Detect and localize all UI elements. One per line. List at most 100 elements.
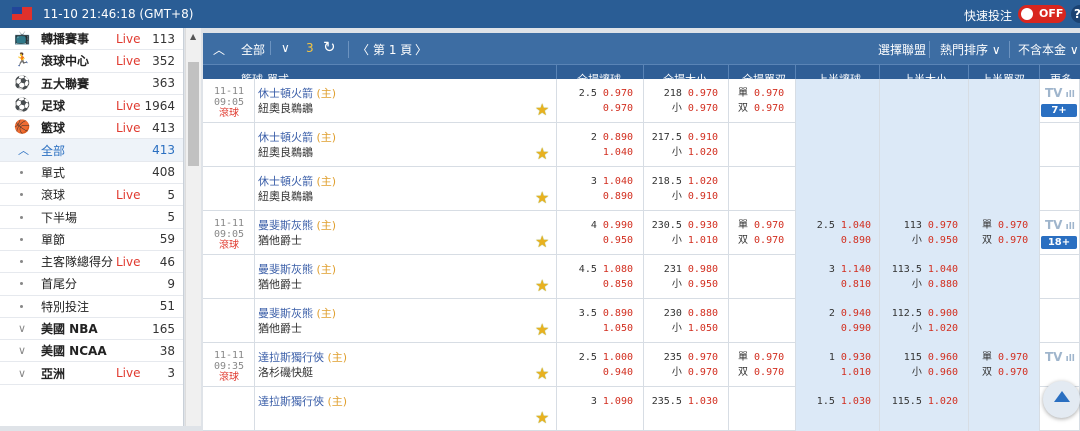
odds-value[interactable]: 0.970 <box>688 103 718 114</box>
away-team[interactable]: 紐奧良鵜鶘 <box>258 145 336 160</box>
odds-value[interactable]: 1.020 <box>688 147 718 158</box>
home-team[interactable]: 達拉斯獨行俠 <box>258 395 324 408</box>
favorite-star-icon[interactable]: ★ <box>535 233 553 250</box>
favorite-star-icon[interactable]: ★ <box>535 101 553 118</box>
odds-value[interactable]: 0.970 <box>754 352 784 363</box>
h1-handicap-odds[interactable] <box>796 86 871 101</box>
h1-ou-odds[interactable]: 115 0.960 小 0.960 <box>880 350 958 380</box>
select-league-button[interactable]: 選擇聯盟 <box>878 41 926 58</box>
odds-value[interactable]: 0.970 <box>688 88 718 99</box>
ft-handicap-odds[interactable]: 2 0.890 1.040 <box>557 130 633 160</box>
favorite-star-icon[interactable]: ★ <box>535 365 553 382</box>
tv-icon[interactable]: TV ıll <box>1045 86 1075 100</box>
odds-value[interactable]: 0.960 <box>928 352 958 363</box>
favorite-star-icon[interactable]: ★ <box>535 277 553 294</box>
sidebar-item[interactable]: 滾球 Live 5 <box>0 184 183 207</box>
expand-icon[interactable]: ∨ <box>270 41 290 55</box>
sidebar-item[interactable]: ∨ 美國 NCAA 38 <box>0 340 183 363</box>
sidebar-item[interactable]: 單節 59 <box>0 229 183 251</box>
odds-value[interactable]: 1.040 <box>603 147 633 158</box>
ft-oe-odds[interactable] <box>729 130 787 160</box>
odds-value[interactable]: 0.970 <box>998 220 1028 231</box>
ft-oe-odds[interactable]: 單 0.970 双 0.970 <box>729 218 787 248</box>
h1-oe-odds[interactable]: 單 0.970 双 0.970 <box>969 350 1035 380</box>
away-team[interactable]: 猶他爵士 <box>258 277 336 292</box>
h1-handicap-odds[interactable] <box>796 174 871 189</box>
collapse-all-icon[interactable]: ︿ <box>213 41 225 58</box>
sidebar-item[interactable]: 📺 轉播賽事 Live 113 <box>0 28 183 51</box>
odds-value[interactable]: 1.040 <box>928 264 958 275</box>
odds-value[interactable]: 0.980 <box>688 264 718 275</box>
home-team[interactable]: 休士頓火箭 <box>258 131 313 144</box>
sidebar-item[interactable]: 主客隊總得分 Live 46 <box>0 251 183 274</box>
odds-value[interactable]: 0.970 <box>603 103 633 114</box>
home-team[interactable]: 達拉斯獨行俠 <box>258 351 324 364</box>
ft-handicap-odds[interactable]: 4.5 1.080 0.850 <box>557 262 633 292</box>
refresh-icon[interactable]: ↻ <box>323 38 336 56</box>
favorite-star-icon[interactable]: ★ <box>535 189 553 206</box>
quick-bet-toggle[interactable]: OFF <box>1018 5 1066 23</box>
home-team[interactable]: 休士頓火箭 <box>258 175 313 188</box>
away-team[interactable]: 洛杉磯快艇 <box>258 365 347 380</box>
odds-value[interactable]: 1.010 <box>841 367 871 378</box>
odds-value[interactable]: 1.020 <box>928 396 958 407</box>
h1-oe-odds[interactable] <box>969 394 1035 424</box>
odds-value[interactable]: 1.080 <box>603 264 633 275</box>
away-team[interactable]: 猶他爵士 <box>258 321 336 336</box>
odds-value[interactable]: 0.930 <box>688 220 718 231</box>
odds-value[interactable]: 0.940 <box>603 367 633 378</box>
favorite-star-icon[interactable]: ★ <box>535 145 553 162</box>
ft-handicap-odds[interactable]: 3 1.040 0.890 <box>557 174 633 204</box>
odds-value[interactable]: 1.050 <box>603 323 633 334</box>
all-filter[interactable]: 全部 <box>241 41 265 58</box>
ft-oe-odds[interactable] <box>729 262 787 292</box>
ft-ou-odds[interactable]: 231 0.980 小 0.950 <box>644 262 718 292</box>
h1-handicap-odds[interactable] <box>796 130 871 145</box>
odds-value[interactable]: 0.890 <box>603 191 633 202</box>
scroll-to-top-button[interactable] <box>1043 381 1080 418</box>
away-team[interactable]: 紐奧良鵜鶘 <box>258 101 336 116</box>
odds-value[interactable]: 0.880 <box>928 279 958 290</box>
sidebar-scrollbar[interactable]: ▲ <box>185 28 201 426</box>
h1-ou-odds[interactable] <box>880 174 958 204</box>
odds-value[interactable]: 0.880 <box>688 308 718 319</box>
h1-ou-odds[interactable]: 113.5 1.040 小 0.880 <box>880 262 958 292</box>
h1-handicap-odds[interactable]: 1.5 1.030 <box>796 394 871 409</box>
ft-oe-odds[interactable] <box>729 174 787 204</box>
odds-value[interactable]: 0.890 <box>841 235 871 246</box>
sidebar-item[interactable]: 首尾分 9 <box>0 273 183 296</box>
odds-value[interactable]: 0.910 <box>688 132 718 143</box>
ft-handicap-odds[interactable]: 4 0.990 0.950 <box>557 218 633 248</box>
home-team[interactable]: 曼斐斯灰熊 <box>258 263 313 276</box>
scroll-up-arrow-icon[interactable]: ▲ <box>190 32 196 41</box>
sidebar-item[interactable]: 單式 408 <box>0 162 183 185</box>
odds-value[interactable]: 0.970 <box>928 220 958 231</box>
odds-value[interactable]: 0.970 <box>754 103 784 114</box>
home-team[interactable]: 曼斐斯灰熊 <box>258 307 313 320</box>
sidebar-item[interactable]: ∨ 美國 NBA 165 <box>0 318 183 341</box>
sidebar-item[interactable]: 🏃 滾球中心 Live 352 <box>0 50 183 73</box>
h1-ou-odds[interactable]: 112.5 0.900 小 1.020 <box>880 306 958 336</box>
odds-type-dropdown[interactable]: 不含本金 ∨ <box>1009 41 1079 58</box>
odds-value[interactable]: 1.030 <box>688 396 718 407</box>
h1-handicap-odds[interactable]: 2 0.940 0.990 <box>796 306 871 336</box>
odds-value[interactable]: 0.960 <box>928 367 958 378</box>
next-page-icon[interactable]: 〉 <box>415 41 427 58</box>
sidebar-item[interactable]: ∨ 亞洲 Live 3 <box>0 362 183 385</box>
odds-value[interactable]: 0.950 <box>603 235 633 246</box>
ft-ou-odds[interactable]: 230 0.880 小 1.050 <box>644 306 718 336</box>
h1-oe-odds[interactable] <box>969 174 1035 204</box>
home-team[interactable]: 曼斐斯灰熊 <box>258 219 313 232</box>
ft-ou-odds[interactable]: 218.5 1.020 小 0.910 <box>644 174 718 204</box>
tv-icon[interactable]: TV ıll <box>1045 350 1075 364</box>
h1-oe-odds[interactable]: 單 0.970 双 0.970 <box>969 218 1035 248</box>
prev-page-icon[interactable]: 〈 <box>348 41 369 58</box>
ft-handicap-odds[interactable]: 2.5 1.000 0.940 <box>557 350 633 380</box>
odds-value[interactable]: 0.970 <box>998 352 1028 363</box>
odds-value[interactable]: 0.910 <box>688 191 718 202</box>
away-team[interactable]: 紐奧良鵜鶘 <box>258 189 336 204</box>
sidebar-item[interactable]: 下半場 5 <box>0 206 183 229</box>
home-team[interactable]: 休士頓火箭 <box>258 87 313 100</box>
sort-dropdown[interactable]: 熱門排序 ∨ <box>929 41 1001 58</box>
ft-oe-odds[interactable] <box>729 394 787 424</box>
